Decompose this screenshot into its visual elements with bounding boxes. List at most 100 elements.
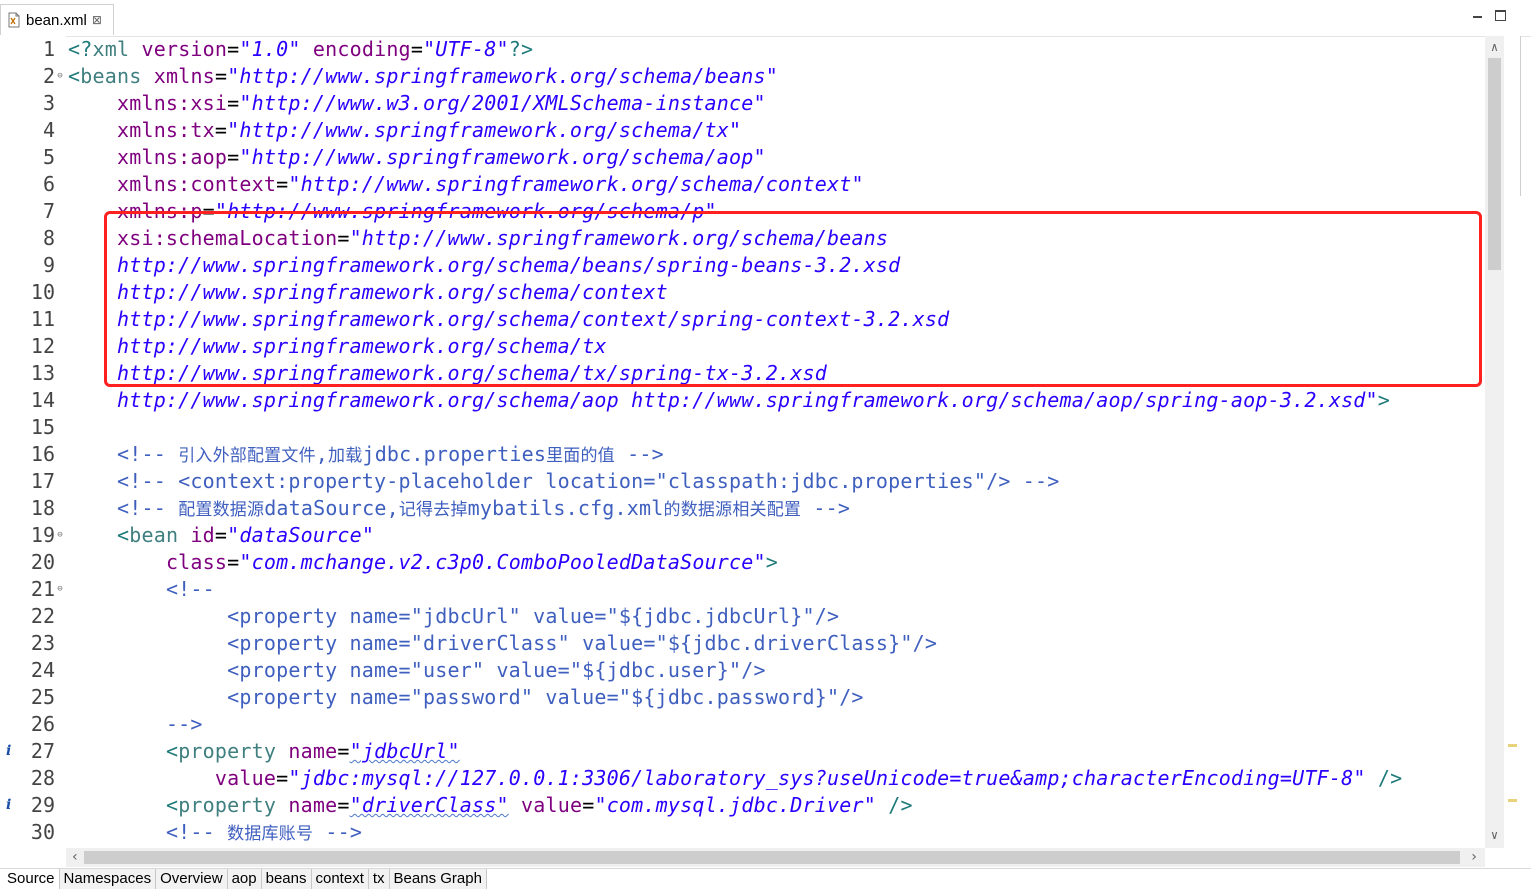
vertical-scrollbar[interactable]: ∧ ∨ [1485, 36, 1504, 848]
code-token: xmlns:aop [116, 145, 228, 169]
code-token: = [276, 766, 289, 790]
code-line[interactable]: 28 value="jdbc:mysql://127.0.0.1:3306/la… [0, 765, 1485, 792]
horizontal-scrollbar[interactable]: ‹ › [66, 848, 1485, 867]
tab-context[interactable]: context [311, 869, 369, 889]
code-line[interactable]: 9 http://www.springframework.org/schema/… [0, 252, 1485, 279]
code-token: 配置数据源 [178, 500, 265, 520]
editor-tab-bar: bean.xml ⊠ [0, 0, 1531, 37]
code-text: http://www.springframework.org/schema/co… [68, 279, 668, 306]
code-line[interactable]: 30 <!-- 数据库账号 --> [0, 819, 1485, 846]
fold-toggle-icon[interactable]: ⊖ [55, 71, 65, 81]
code-line[interactable]: 24 <property name="user" value="${jdbc.u… [0, 657, 1485, 684]
code-token: "http://www.springframework.org/schema/a… [239, 145, 766, 169]
code-token: < [68, 64, 81, 88]
code-token: 数据库账号 [227, 824, 314, 844]
code-line[interactable]: 20 class="com.mchange.v2.c3p0.ComboPoole… [0, 549, 1485, 576]
overview-marker[interactable] [1508, 744, 1517, 747]
code-token: value [520, 793, 583, 817]
code-line[interactable]: 18 <!-- 配置数据源dataSource,记得去掉mybatils.cfg… [0, 495, 1485, 522]
code-token: xml [92, 37, 130, 61]
code-token: "dataSource" [227, 523, 375, 547]
code-line[interactable]: 3 xmlns:xsi="http://www.w3.org/2001/XMLS… [0, 90, 1485, 117]
code-line[interactable]: 11 http://www.springframework.org/schema… [0, 306, 1485, 333]
horizontal-scroll-thumb[interactable] [84, 851, 1460, 864]
info-marker-icon[interactable]: i [6, 792, 11, 819]
tab-beans[interactable]: beans [261, 869, 312, 889]
code-line[interactable]: 7 xmlns:p="http://www.springframework.or… [0, 198, 1485, 225]
tab-label: bean.xml [26, 11, 87, 29]
tab-source[interactable]: Source [0, 869, 60, 889]
code-line[interactable]: 1 <?xml version="1.0" encoding="UTF-8"?> [0, 36, 1485, 63]
code-token: <property name="user" value="${jdbc.user… [227, 658, 766, 682]
code-token: <property name="driverClass" value="${jd… [227, 631, 938, 655]
code-text: <bean id="dataSource" [68, 522, 374, 549]
code-text: <property name="driverClass" value="com.… [68, 792, 913, 819]
overview-marker[interactable] [1508, 799, 1517, 802]
line-number: 28 [30, 766, 55, 790]
scroll-down-icon[interactable]: ∨ [1485, 826, 1504, 844]
code-line[interactable]: 5 xmlns:aop="http://www.springframework.… [0, 144, 1485, 171]
code-line[interactable]: 13 http://www.springframework.org/schema… [0, 360, 1485, 387]
fold-toggle-icon[interactable]: ⊖ [55, 530, 65, 540]
tab-beans-graph[interactable]: Beans Graph [389, 869, 487, 889]
code-line[interactable]: 19 ⊖ <bean id="dataSource" [0, 522, 1485, 549]
scroll-up-icon[interactable]: ∧ [1485, 38, 1504, 56]
code-token: --> [313, 820, 363, 844]
code-line[interactable]: 16 <!-- 引入外部配置文件,加载jdbc.properties里面的值 -… [0, 441, 1485, 468]
code-token: name [288, 739, 338, 763]
code-line[interactable]: 10 http://www.springframework.org/schema… [0, 279, 1485, 306]
code-token: beans [80, 64, 142, 88]
code-line[interactable]: 8 xsi:schemaLocation="http://www.springf… [0, 225, 1485, 252]
code-line[interactable]: 29 i <property name="driverClass" value="… [0, 792, 1485, 819]
scroll-right-icon[interactable]: › [1465, 848, 1483, 867]
code-token: > [1377, 388, 1391, 412]
code-token: < [165, 739, 179, 763]
code-line[interactable]: 14 http://www.springframework.org/schema… [0, 387, 1485, 414]
code-text: class="com.mchange.v2.c3p0.ComboPooledDa… [68, 549, 778, 576]
code-line[interactable]: 25 <property name="password" value="${jd… [0, 684, 1485, 711]
tab-bean-xml[interactable]: bean.xml ⊠ [0, 4, 114, 35]
window-edge [1520, 36, 1531, 196]
code-line[interactable]: 26 --> [0, 711, 1485, 738]
code-line[interactable]: 15 [0, 414, 1485, 441]
xml-source-editor[interactable]: 1 <?xml version="1.0" encoding="UTF-8"?> 2… [0, 36, 1485, 848]
code-line[interactable]: 27 i <property name="jdbcUrl" [0, 738, 1485, 765]
minimize-icon[interactable] [1471, 8, 1485, 22]
code-text: <property name="password" value="${jdbc.… [68, 684, 864, 711]
code-line[interactable]: 22 <property name="jdbcUrl" value="${jdb… [0, 603, 1485, 630]
line-number: 7 [42, 199, 55, 223]
code-token: 记得去掉 [398, 500, 468, 520]
info-marker-icon[interactable]: i [6, 738, 11, 765]
code-token: "jdbcUrl" [349, 739, 460, 763]
maximize-icon[interactable] [1494, 8, 1508, 22]
tab-namespaces[interactable]: Namespaces [59, 869, 157, 889]
code-line[interactable]: 12 http://www.springframework.org/schema… [0, 333, 1485, 360]
code-token: 引入外部配置文件 [178, 446, 316, 466]
code-token: property [178, 793, 277, 817]
code-line[interactable]: 21 ⊖ <!-- [0, 576, 1485, 603]
code-line[interactable]: 23 <property name="driverClass" value="$… [0, 630, 1485, 657]
code-text: <!-- 数据库账号 --> [68, 819, 362, 848]
code-line[interactable]: 2 ⊖ <beans xmlns="http://www.springframewo… [0, 63, 1485, 90]
code-text: http://www.springframework.org/schema/tx [68, 333, 607, 360]
code-line[interactable]: 6 xmlns:context="http://www.springframew… [0, 171, 1485, 198]
code-line[interactable]: 17 <!-- <context:property-placeholder lo… [0, 468, 1485, 495]
scroll-left-icon[interactable]: ‹ [66, 848, 84, 867]
fold-toggle-icon[interactable]: ⊖ [55, 584, 65, 594]
code-line[interactable]: 4 xmlns:tx="http://www.springframework.o… [0, 117, 1485, 144]
line-number: 17 [30, 469, 55, 493]
close-icon[interactable]: ⊠ [92, 13, 102, 27]
tab-overview[interactable]: Overview [156, 869, 228, 889]
line-number: 19 [30, 523, 55, 547]
tab-tx[interactable]: tx [368, 869, 390, 889]
tab-aop[interactable]: aop [227, 869, 262, 889]
vertical-scroll-thumb[interactable] [1488, 58, 1501, 270]
code-text: --> [68, 711, 203, 738]
code-text: <!-- 引入外部配置文件,加载jdbc.properties里面的值 --> [68, 441, 664, 470]
